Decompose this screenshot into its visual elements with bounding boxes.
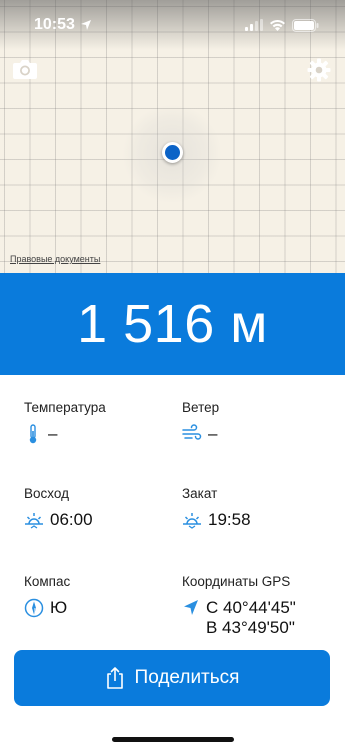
gps-coordinates: С 40°44'45" В 43°49'50" [206,598,296,638]
sunrise-cell: Восход 06:00 [24,486,93,530]
wind-value: – [208,424,218,443]
wind-label: Ветер [182,400,220,415]
share-button[interactable]: Поделиться [14,650,330,706]
sunset-cell: Закат 19:58 [182,486,251,530]
compass-value: Ю [50,598,68,617]
signal-icon [245,19,263,31]
current-location-dot [162,142,183,163]
sunrise-icon [25,513,43,529]
camera-icon [13,60,37,79]
location-arrow-icon [80,20,91,30]
compass-cell: Компас Ю [24,574,70,618]
gps-cell: Координаты GPS С 40°44'45" В 43°49'50" [182,574,296,638]
share-icon [106,667,123,689]
compass-icon [24,598,44,618]
navigation-arrow-icon [184,600,198,615]
status-bar: 10:53 [0,0,345,50]
battery-icon [292,18,319,32]
compass-label: Компас [24,574,71,589]
wifi-icon [270,19,285,31]
temperature-cell: Температура – [24,400,106,444]
sunset-value: 19:58 [208,510,251,529]
sunset-label: Закат [182,486,218,501]
sunset-icon [183,513,201,529]
temperature-label: Температура [24,400,106,415]
legal-documents-link[interactable]: Правовые документы [10,254,100,264]
wind-icon [182,424,202,440]
gps-longitude: В 43°49'50" [206,618,295,637]
share-button-label: Поделиться [134,667,240,688]
altitude-value: 1 516 м [77,294,268,354]
status-icons [245,18,319,32]
gps-label: Координаты GPS [182,574,291,589]
settings-button[interactable] [307,58,333,84]
gear-icon [307,58,331,82]
home-indicator [112,737,234,742]
map-view[interactable]: Правовые документы 10:53 [0,0,345,273]
thermometer-icon [29,424,37,444]
camera-button[interactable] [12,58,38,84]
temperature-value: – [48,424,58,443]
sunrise-label: Восход [24,486,69,501]
altitude-banner: 1 516 м [0,273,345,375]
status-time-text: 10:53 [34,16,75,33]
wind-cell: Ветер – [182,400,219,444]
gps-latitude: С 40°44'45" [206,598,296,617]
sunrise-value: 06:00 [50,510,93,529]
status-time: 10:53 [34,16,92,34]
